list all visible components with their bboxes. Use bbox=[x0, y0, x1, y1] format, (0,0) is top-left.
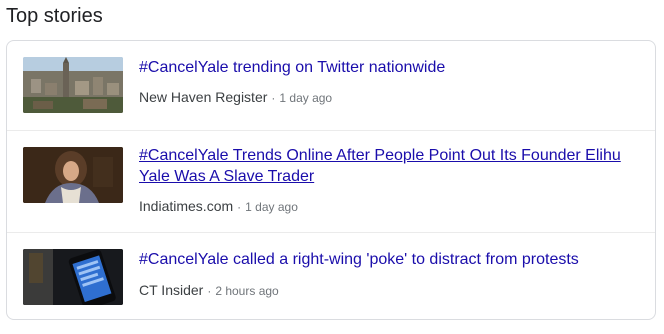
story-item[interactable]: #CancelYale trending on Twitter nationwi… bbox=[7, 41, 655, 131]
top-stories-card: #CancelYale trending on Twitter nationwi… bbox=[6, 40, 656, 320]
story-time: 2 hours ago bbox=[215, 284, 279, 298]
story-item[interactable]: #CancelYale called a right-wing 'poke' t… bbox=[7, 233, 655, 321]
meta-separator: · bbox=[237, 200, 242, 214]
story-thumbnail[interactable] bbox=[23, 57, 123, 113]
story-headline-link[interactable]: #CancelYale called a right-wing 'poke' t… bbox=[139, 249, 635, 270]
story-meta: CT Insider · 2 hours ago bbox=[139, 281, 279, 300]
meta-separator: · bbox=[271, 91, 276, 105]
story-meta: Indiatimes.com · 1 day ago bbox=[139, 197, 298, 216]
top-stories-page: Top stories #CancelYale trending on Twit… bbox=[0, 0, 664, 334]
story-source: CT Insider bbox=[139, 282, 204, 298]
story-headline-link[interactable]: #CancelYale trending on Twitter nationwi… bbox=[139, 57, 635, 78]
section-title: Top stories bbox=[6, 5, 103, 27]
story-source: Indiatimes.com bbox=[139, 198, 234, 214]
story-meta: New Haven Register · 1 day ago bbox=[139, 88, 332, 107]
meta-separator: · bbox=[207, 284, 212, 298]
story-thumbnail[interactable] bbox=[23, 249, 123, 305]
story-time: 1 day ago bbox=[279, 91, 333, 105]
story-source: New Haven Register bbox=[139, 89, 268, 105]
story-headline-link[interactable]: #CancelYale Trends Online After People P… bbox=[139, 145, 635, 187]
story-time: 1 day ago bbox=[245, 200, 298, 214]
historical-portrait-photo-icon bbox=[23, 147, 123, 203]
story-thumbnail[interactable] bbox=[23, 147, 123, 203]
city-aerial-photo-icon bbox=[23, 57, 123, 113]
story-item[interactable]: #CancelYale Trends Online After People P… bbox=[7, 131, 655, 233]
smartphone-photo-icon bbox=[23, 249, 123, 305]
